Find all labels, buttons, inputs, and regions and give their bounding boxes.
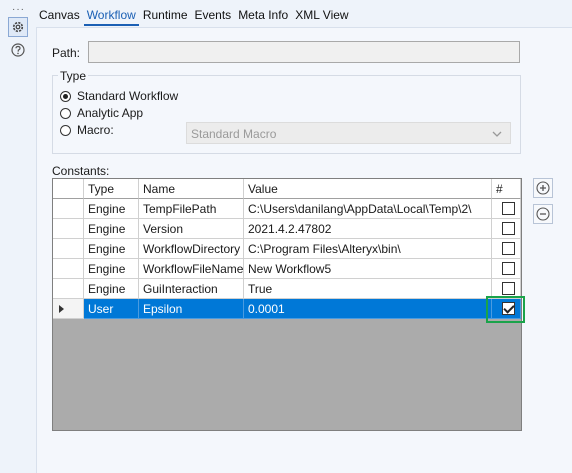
table-row[interactable]: Engine TempFilePath C:\Users\danilang\Ap… <box>53 199 521 219</box>
row-checkbox[interactable] <box>502 242 515 255</box>
grid-header-row: Type Name Value # <box>53 179 521 199</box>
row-checkbox[interactable] <box>502 282 515 295</box>
row-pointer-icon <box>59 305 64 313</box>
radio-analytic-app[interactable]: Analytic App <box>60 106 143 120</box>
tab-workflow[interactable]: Workflow <box>83 7 139 26</box>
table-row[interactable]: Engine Version 2021.4.2.47802 <box>53 219 521 239</box>
constants-label: Constants: <box>52 164 110 178</box>
constants-grid: Type Name Value # Engine TempFilePath C:… <box>52 178 522 431</box>
tab-runtime[interactable]: Runtime <box>140 7 191 26</box>
cell-value[interactable]: True <box>244 279 492 299</box>
row-header[interactable] <box>53 239 84 259</box>
cell-value[interactable]: 2021.4.2.47802 <box>244 219 492 239</box>
table-row[interactable]: Engine WorkflowFileName New Workflow5 <box>53 259 521 279</box>
row-checkbox[interactable] <box>502 202 515 215</box>
tab-bar: Canvas Workflow Runtime Events Meta Info… <box>36 7 353 27</box>
table-row[interactable]: Engine WorkflowDirectory C:\Program File… <box>53 239 521 259</box>
path-field[interactable] <box>88 41 520 63</box>
plus-circle-icon <box>536 181 550 195</box>
help-icon[interactable] <box>10 42 26 58</box>
cell-hash <box>492 219 521 239</box>
column-header-value[interactable]: Value <box>244 179 492 199</box>
chevron-down-icon <box>492 128 502 142</box>
radio-label: Analytic App <box>77 106 144 120</box>
checkbox-highlight-box <box>486 296 525 323</box>
cell-name[interactable]: GuiInteraction <box>139 279 244 299</box>
tab-meta-info[interactable]: Meta Info <box>235 7 291 26</box>
radio-label: Standard Workflow <box>77 89 179 103</box>
remove-constant-button[interactable] <box>533 204 553 224</box>
radio-macro[interactable]: Macro: <box>60 123 114 137</box>
cell-value[interactable]: 0.0001 <box>244 299 492 319</box>
path-label: Path: <box>52 46 81 60</box>
row-checkbox[interactable] <box>502 262 515 275</box>
radio-standard-workflow[interactable]: Standard Workflow <box>60 89 178 103</box>
radio-label: Macro: <box>77 123 114 137</box>
cell-name[interactable]: TempFilePath <box>139 199 244 219</box>
row-checkbox[interactable] <box>502 222 515 235</box>
left-tool-strip: ··· <box>0 0 34 473</box>
radio-indicator[interactable] <box>60 107 71 119</box>
row-header[interactable] <box>53 299 84 319</box>
cell-type[interactable]: User <box>84 299 139 319</box>
column-header-name[interactable]: Name <box>139 179 244 199</box>
cell-type[interactable]: Engine <box>84 199 139 219</box>
cell-type[interactable]: Engine <box>84 259 139 279</box>
row-header-corner <box>53 179 84 199</box>
macro-type-select[interactable]: Standard Macro <box>186 122 511 144</box>
cell-hash <box>492 259 521 279</box>
cell-hash <box>492 239 521 259</box>
table-row-selected[interactable]: User Epsilon 0.0001 <box>53 299 521 319</box>
tab-xml-view[interactable]: XML View <box>292 7 351 26</box>
cell-name[interactable]: Version <box>139 219 244 239</box>
cell-type[interactable]: Engine <box>84 279 139 299</box>
cell-name[interactable]: WorkflowFileName <box>139 259 244 279</box>
cell-type[interactable]: Engine <box>84 219 139 239</box>
column-header-type[interactable]: Type <box>84 179 139 199</box>
cell-hash <box>492 199 521 219</box>
cell-name[interactable]: WorkflowDirectory <box>139 239 244 259</box>
row-header[interactable] <box>53 219 84 239</box>
table-row[interactable]: Engine GuiInteraction True <box>53 279 521 299</box>
overflow-dots[interactable]: ··· <box>12 4 25 15</box>
macro-select-value: Standard Macro <box>191 127 277 141</box>
add-constant-button[interactable] <box>533 178 553 198</box>
column-header-hash[interactable]: # <box>492 179 521 199</box>
radio-indicator[interactable] <box>60 90 71 102</box>
row-header[interactable] <box>53 199 84 219</box>
tab-canvas[interactable]: Canvas <box>36 7 83 26</box>
cell-value[interactable]: New Workflow5 <box>244 259 492 279</box>
row-header[interactable] <box>53 259 84 279</box>
type-legend: Type <box>58 69 89 83</box>
row-header[interactable] <box>53 279 84 299</box>
minus-circle-icon <box>536 207 550 221</box>
cell-value[interactable]: C:\Program Files\Alteryx\bin\ <box>244 239 492 259</box>
tab-events[interactable]: Events <box>192 7 235 26</box>
cell-name[interactable]: Epsilon <box>139 299 244 319</box>
radio-indicator[interactable] <box>60 124 71 136</box>
cell-type[interactable]: Engine <box>84 239 139 259</box>
gear-icon[interactable] <box>8 17 28 37</box>
cell-value[interactable]: C:\Users\danilang\AppData\Local\Temp\2\ <box>244 199 492 219</box>
